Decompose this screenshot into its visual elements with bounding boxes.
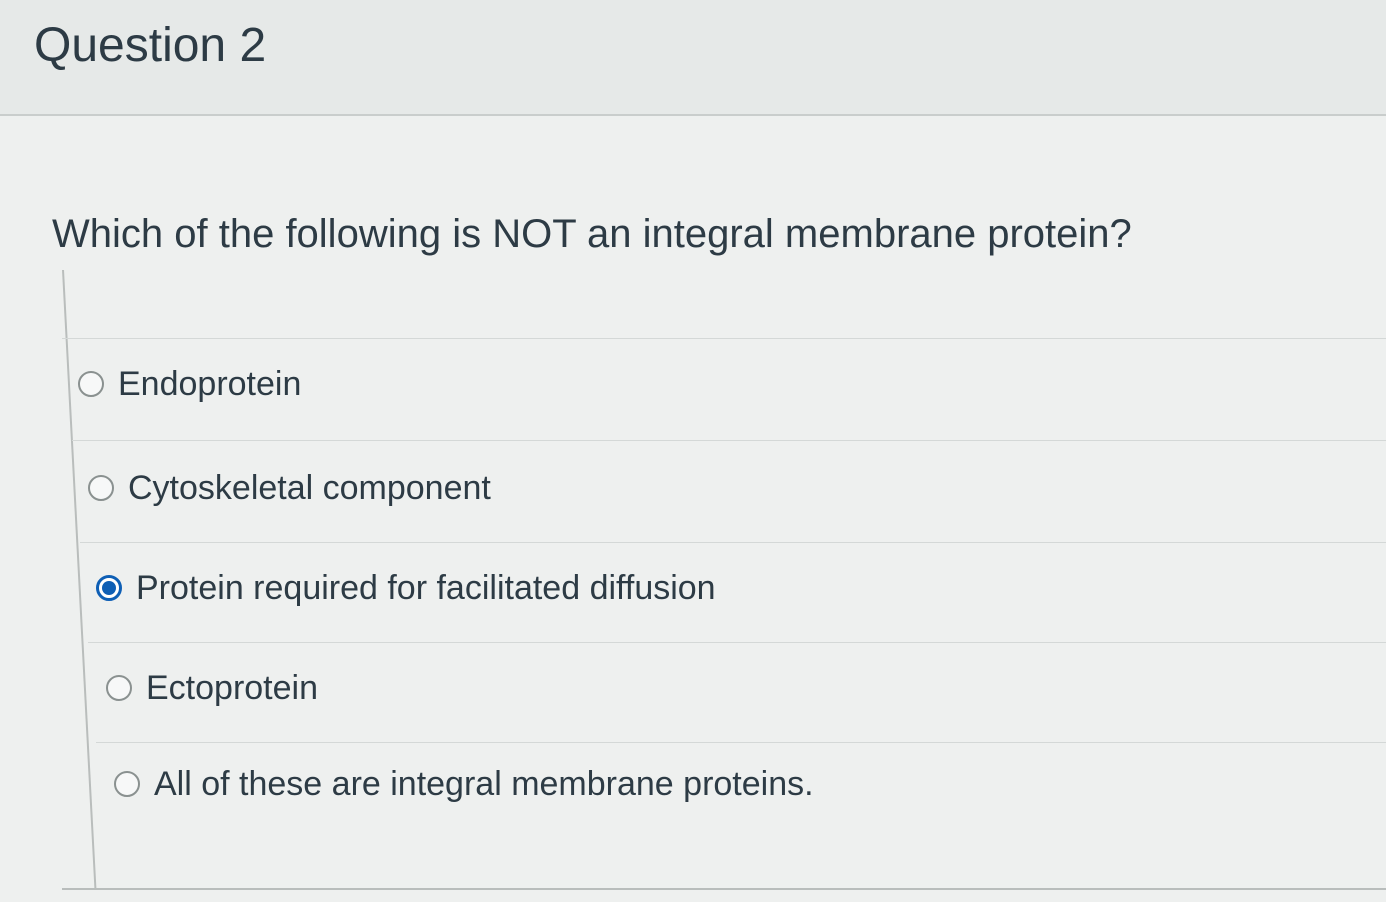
answer-list: Endoprotein Cytoskeletal component Prote… xyxy=(0,0,1386,902)
question-title: Question 2 xyxy=(34,19,267,72)
radio-button[interactable] xyxy=(88,475,114,501)
question-text: Which of the following is NOT an integra… xyxy=(52,212,1132,256)
answer-label: Ectoprotein xyxy=(146,669,318,707)
divider xyxy=(62,338,1386,339)
divider xyxy=(80,542,1386,543)
answer-option[interactable]: All of these are integral membrane prote… xyxy=(114,762,814,806)
answer-label: All of these are integral membrane prote… xyxy=(154,765,814,803)
answer-label: Protein required for facilitated diffusi… xyxy=(136,569,716,607)
answer-option[interactable]: Protein required for facilitated diffusi… xyxy=(96,566,716,610)
card-bottom-border xyxy=(62,888,1386,890)
radio-button[interactable] xyxy=(114,771,140,797)
answer-label: Endoprotein xyxy=(118,365,302,403)
question-header: Question 2 xyxy=(0,0,1386,116)
answer-option[interactable]: Ectoprotein xyxy=(106,666,318,710)
divider xyxy=(72,440,1386,441)
radio-button-selected[interactable] xyxy=(96,575,122,601)
divider xyxy=(96,742,1386,743)
radio-button[interactable] xyxy=(106,675,132,701)
answer-label: Cytoskeletal component xyxy=(128,469,491,507)
quiz-page: Question 2 Which of the following is NOT… xyxy=(0,0,1386,902)
answer-option[interactable]: Endoprotein xyxy=(78,362,301,406)
radio-button[interactable] xyxy=(78,371,104,397)
answer-option[interactable]: Cytoskeletal component xyxy=(88,466,491,510)
divider xyxy=(88,642,1386,643)
